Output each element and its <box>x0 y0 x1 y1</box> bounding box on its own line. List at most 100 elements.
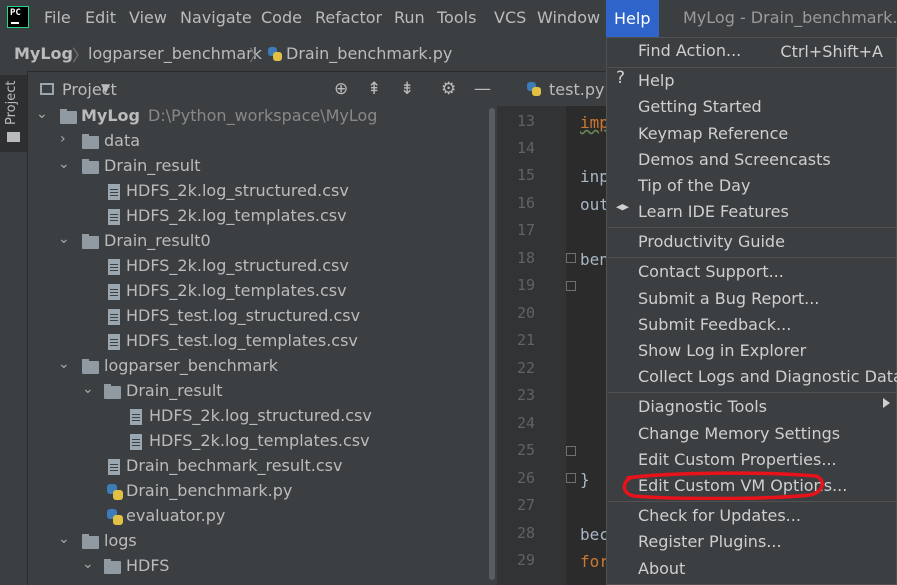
menu-item-learn-ide[interactable]: Learn IDE Features <box>638 202 789 226</box>
project-tool-tab[interactable]: Project <box>0 75 27 152</box>
help-menu-dropdown: Find Action... Ctrl+Shift+A ? Help Getti… <box>606 37 897 585</box>
menu-refactor[interactable]: Refactor <box>315 8 382 27</box>
locate-icon[interactable]: ⊕ <box>334 79 348 99</box>
menu-item-check-updates[interactable]: Check for Updates... <box>638 506 801 530</box>
line-number: 27 <box>516 496 535 514</box>
shortcut-label: Ctrl+Shift+A <box>780 42 883 61</box>
menu-item-contact-support[interactable]: Contact Support... <box>638 262 784 286</box>
submenu-arrow-icon <box>883 398 890 408</box>
menu-vcs[interactable]: VCS <box>494 8 526 27</box>
code-fragment: } <box>580 470 590 489</box>
line-number: 21 <box>516 331 535 349</box>
chevron-down-icon[interactable]: ⌄ <box>82 381 94 397</box>
project-panel-header: Project ▼ ⊕ ⇞ ⇟ ⚙ — <box>28 72 497 106</box>
chevron-down-icon[interactable]: ⌄ <box>58 531 70 547</box>
chevron-down-icon[interactable]: ⌄ <box>58 356 70 372</box>
chevron-down-icon[interactable]: ⌄ <box>36 106 48 122</box>
code-fragment: for <box>580 552 609 571</box>
csv-file-icon <box>130 434 142 450</box>
line-number: 26 <box>516 469 535 487</box>
menu-item-tip-of-day[interactable]: Tip of the Day <box>638 176 750 200</box>
code-fragment: bec <box>580 525 609 544</box>
fold-marker-icon[interactable] <box>566 253 576 263</box>
line-number: 16 <box>516 194 535 212</box>
menu-edit[interactable]: Edit <box>85 8 116 27</box>
folder-icon <box>82 534 99 549</box>
menu-separator <box>608 227 896 228</box>
menu-item-submit-feedback[interactable]: Submit Feedback... <box>638 315 791 339</box>
python-file-icon <box>107 484 123 500</box>
csv-file-icon <box>108 209 120 225</box>
chevron-down-icon[interactable]: ▼ <box>101 81 110 95</box>
window-title: MyLog - Drain_benchmark.py <box>683 8 897 27</box>
pycharm-logo-icon: PC <box>7 6 29 28</box>
csv-file-icon <box>108 184 120 200</box>
chevron-down-icon[interactable]: ⌄ <box>58 231 70 247</box>
csv-file-icon <box>108 459 120 475</box>
minimize-icon[interactable]: — <box>474 79 491 99</box>
menu-item-demos[interactable]: Demos and Screencasts <box>638 150 831 174</box>
code-fragment: inp <box>580 167 609 186</box>
menu-item-show-log[interactable]: Show Log in Explorer <box>638 341 806 365</box>
menu-run[interactable]: Run <box>394 8 425 27</box>
menu-view[interactable]: View <box>129 8 167 27</box>
line-number: 25 <box>516 441 535 459</box>
csv-file-icon <box>108 284 120 300</box>
code-fragment: imp <box>580 113 609 132</box>
tab-test-py[interactable]: test.py <box>549 80 604 99</box>
gear-icon[interactable]: ⚙ <box>441 79 456 99</box>
breadcrumb-separator-icon: 〉 <box>72 46 89 65</box>
fold-marker-icon[interactable] <box>566 446 576 456</box>
menu-item-find-action[interactable]: Find Action... <box>638 41 741 65</box>
folder-icon <box>7 132 20 142</box>
menu-file[interactable]: File <box>44 8 71 27</box>
collapse-all-icon[interactable]: ⇟ <box>400 79 414 99</box>
menu-item-help[interactable]: Help <box>638 71 674 95</box>
line-number: 24 <box>516 414 535 432</box>
breadcrumb-item-folder[interactable]: logparser_benchmark <box>88 44 262 63</box>
code-fragment: ben <box>580 250 609 269</box>
fold-marker-icon[interactable] <box>566 281 576 291</box>
menu-item-keymap-reference[interactable]: Keymap Reference <box>638 124 788 148</box>
menu-window[interactable]: Window <box>537 8 600 27</box>
line-number: 28 <box>516 524 535 542</box>
menu-item-getting-started[interactable]: Getting Started <box>638 97 762 121</box>
menu-item-productivity-guide[interactable]: Productivity Guide <box>638 232 785 256</box>
folder-icon <box>82 234 99 249</box>
graduation-cap-icon <box>616 204 629 211</box>
menu-code[interactable]: Code <box>261 8 302 27</box>
breadcrumb-item-project[interactable]: MyLog <box>14 44 73 63</box>
python-file-icon <box>107 509 123 525</box>
menu-item-change-memory[interactable]: Change Memory Settings <box>638 424 840 448</box>
menu-item-about[interactable]: About <box>638 559 685 583</box>
menu-navigate[interactable]: Navigate <box>180 8 252 27</box>
project-view-icon <box>40 83 54 95</box>
csv-file-icon <box>130 409 142 425</box>
menu-help[interactable]: Help <box>606 0 659 37</box>
line-number: 22 <box>516 359 535 377</box>
project-scrollbar[interactable] <box>487 106 497 585</box>
folder-icon <box>104 559 121 574</box>
code-fragment: out <box>580 195 609 214</box>
breadcrumb-item-file[interactable]: Drain_benchmark.py <box>286 44 452 63</box>
line-number: 19 <box>516 276 535 294</box>
chevron-down-icon[interactable]: ⌄ <box>82 556 94 572</box>
python-file-icon <box>527 82 541 96</box>
menu-tools[interactable]: Tools <box>437 8 476 27</box>
menu-item-register-plugins[interactable]: Register Plugins... <box>638 532 782 556</box>
question-icon: ? <box>616 68 626 88</box>
python-file-icon <box>268 47 282 61</box>
chevron-down-icon[interactable]: ⌄ <box>58 156 70 172</box>
chevron-right-icon[interactable]: › <box>60 131 66 147</box>
menu-item-submit-bug[interactable]: Submit a Bug Report... <box>638 289 819 313</box>
fold-marker-icon[interactable] <box>566 473 576 483</box>
line-number: 18 <box>516 249 535 267</box>
csv-file-icon <box>108 334 120 350</box>
menu-separator <box>608 501 896 502</box>
line-number: 23 <box>516 386 535 404</box>
csv-file-icon <box>108 309 120 325</box>
expand-all-icon[interactable]: ⇞ <box>367 79 381 99</box>
menu-item-diagnostic-tools[interactable]: Diagnostic Tools <box>638 397 767 421</box>
folder-icon <box>60 109 77 124</box>
menu-item-collect-logs[interactable]: Collect Logs and Diagnostic Data <box>638 367 897 391</box>
